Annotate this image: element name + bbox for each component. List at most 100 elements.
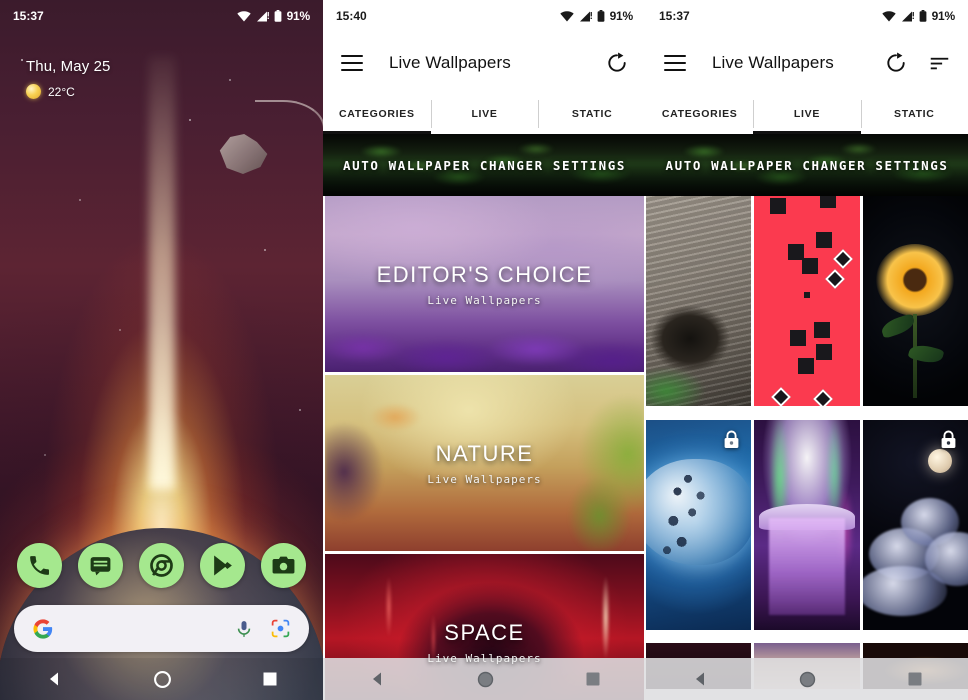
navigation-bar-live — [646, 658, 968, 700]
status-time: 15:40 — [336, 9, 367, 23]
home-wallpaper — [0, 0, 323, 700]
cellular-signal-icon — [256, 11, 269, 21]
back-icon[interactable] — [692, 671, 708, 687]
home-icon[interactable] — [799, 671, 816, 688]
category-title: EDITOR'S CHOICE — [376, 261, 593, 287]
recents-icon[interactable] — [586, 672, 600, 686]
status-time: 15:37 — [13, 9, 44, 23]
dock-item-messages[interactable] — [78, 543, 123, 588]
category-subtitle: Live Wallpapers — [427, 472, 542, 486]
status-time: 15:37 — [659, 9, 690, 23]
app-bar-live: Live Wallpapers — [646, 32, 968, 94]
refresh-icon[interactable] — [606, 52, 628, 74]
tab-categories[interactable]: CATEGORIES — [323, 94, 431, 134]
dock-item-camera[interactable] — [261, 543, 306, 588]
wallpaper-wasp-nest[interactable] — [646, 196, 752, 406]
tab-live[interactable]: LIVE — [753, 94, 861, 134]
hamburger-menu-icon[interactable] — [341, 55, 363, 71]
tab-categories[interactable]: CATEGORIES — [646, 94, 753, 134]
messages-icon — [90, 557, 111, 576]
home-icon[interactable] — [154, 670, 171, 688]
battery-icon — [274, 10, 281, 22]
tab-bar-live: CATEGORIES LIVE STATIC — [646, 94, 968, 134]
category-subtitle: Live Wallpapers — [427, 293, 542, 307]
category-title: NATURE — [435, 440, 534, 466]
back-icon[interactable] — [369, 671, 385, 687]
wallpaper-moon-clouds[interactable] — [862, 419, 968, 630]
sun-icon — [26, 84, 41, 99]
wallpaper-thumbnail — [646, 196, 752, 406]
wallpaper-thumbnail — [754, 196, 860, 406]
sunburst-beam — [148, 56, 175, 490]
tab-static[interactable]: STATIC — [538, 94, 646, 134]
auto-wallpaper-changer-banner[interactable]: AUTO WALLPAPER CHANGER SETTINGS — [646, 134, 968, 196]
wifi-icon — [236, 10, 251, 21]
lock-icon — [940, 430, 957, 449]
wallpaper-grid — [646, 196, 968, 700]
cellular-signal-icon — [901, 11, 914, 21]
tab-label: LIVE — [471, 108, 498, 120]
page-title: Live Wallpapers — [389, 53, 511, 72]
dock-item-chrome[interactable] — [139, 543, 184, 588]
wallpaper-neon-leopard[interactable] — [646, 419, 752, 630]
sort-filter-icon[interactable] — [929, 53, 950, 74]
chrome-icon — [150, 554, 173, 577]
refresh-icon[interactable] — [885, 52, 907, 74]
status-bar-home: 15:37 91% — [0, 0, 323, 32]
battery-percent: 91% — [286, 9, 311, 23]
wallpaper-thumbnail — [646, 419, 752, 630]
banner-label: AUTO WALLPAPER CHANGER SETTINGS — [665, 157, 949, 173]
microphone-icon[interactable] — [234, 619, 254, 639]
battery-percent: 91% — [609, 9, 634, 23]
cellular-signal-icon — [579, 11, 592, 21]
wallpaper-thumbnail — [862, 196, 968, 406]
app-bar-categories: Live Wallpapers — [323, 32, 646, 94]
tab-label: CATEGORIES — [661, 108, 738, 120]
app-dock — [0, 543, 323, 588]
hamburger-menu-icon[interactable] — [664, 55, 686, 71]
wifi-icon — [559, 10, 574, 21]
recents-icon[interactable] — [908, 672, 922, 686]
screenshot-root: 15:37 91% Thu, May 25 22°C 15:40 91% Liv… — [0, 0, 968, 700]
google-lens-icon[interactable] — [270, 618, 291, 639]
google-g-icon — [33, 618, 53, 639]
dock-item-play-store[interactable] — [200, 543, 245, 588]
wallpaper-yellow-flower[interactable] — [862, 196, 968, 406]
category-card-nature[interactable]: NATURE Live Wallpapers — [325, 375, 644, 551]
phone-live-screen: 15:37 91% Live Wallpapers CATEGORIES LIV… — [646, 0, 968, 700]
wallpaper-thumbnail — [862, 419, 968, 630]
category-list: EDITOR'S CHOICE Live Wallpapers NATURE L… — [323, 196, 646, 700]
camera-icon — [272, 556, 295, 574]
tab-bar-categories: CATEGORIES LIVE STATIC — [323, 94, 646, 134]
tab-label: STATIC — [571, 108, 613, 120]
wifi-icon — [881, 10, 896, 21]
home-icon[interactable] — [477, 671, 494, 688]
tab-static[interactable]: STATIC — [860, 94, 968, 134]
widget-temperature: 22°C — [48, 84, 75, 99]
recents-icon[interactable] — [263, 672, 277, 686]
page-title: Live Wallpapers — [712, 53, 834, 72]
battery-percent: 91% — [931, 9, 956, 23]
wallpaper-purple-umbrella[interactable] — [754, 419, 860, 630]
banner-label: AUTO WALLPAPER CHANGER SETTINGS — [343, 157, 626, 173]
back-icon[interactable] — [46, 671, 62, 687]
dock-item-phone[interactable] — [17, 543, 62, 588]
auto-wallpaper-changer-banner[interactable]: AUTO WALLPAPER CHANGER SETTINGS — [323, 134, 646, 196]
status-bar-categories: 15:40 91% — [323, 0, 646, 32]
phone-categories-screen: 15:40 91% Live Wallpapers CATEGORIES LIV… — [323, 0, 646, 700]
google-search-bar[interactable] — [14, 605, 309, 652]
phone-icon — [30, 556, 49, 575]
widget-date: Thu, May 25 — [26, 58, 111, 75]
date-weather-widget[interactable]: Thu, May 25 22°C — [26, 58, 110, 99]
wallpaper-thumbnail — [754, 419, 860, 630]
tab-label: CATEGORIES — [339, 108, 415, 120]
navigation-bar-home — [0, 658, 323, 700]
tab-label: STATIC — [894, 108, 935, 120]
tab-live[interactable]: LIVE — [430, 94, 539, 134]
wallpaper-red-abstract[interactable] — [754, 196, 860, 406]
category-title: SPACE — [444, 619, 525, 645]
phone-home-screen: 15:37 91% Thu, May 25 22°C — [0, 0, 323, 700]
battery-icon — [919, 10, 926, 22]
lock-icon — [723, 430, 740, 449]
category-card-editors-choice[interactable]: EDITOR'S CHOICE Live Wallpapers — [325, 196, 644, 372]
